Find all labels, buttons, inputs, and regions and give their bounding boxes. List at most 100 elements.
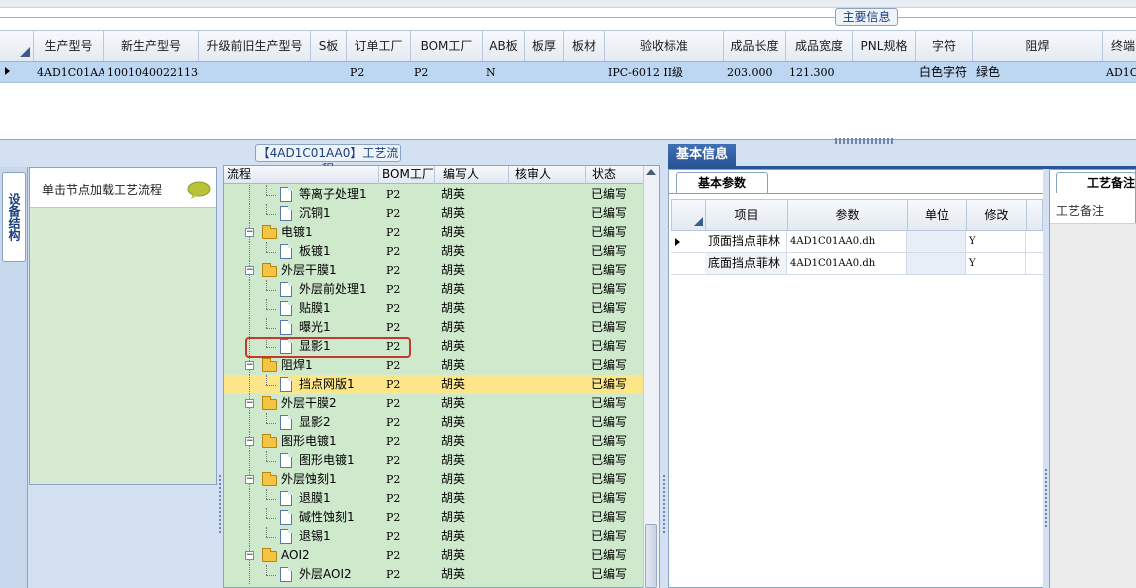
tree-item-row[interactable]: 板镀1 P2 胡英 已编写 [224, 242, 643, 261]
tree-item-row[interactable]: 贴膜1 P2 胡英 已编写 [224, 299, 643, 318]
status-cell: 已编写 [591, 434, 628, 448]
col-header-param[interactable]: 参数 [788, 200, 908, 230]
tree-item-row[interactable]: 曝光1 P2 胡英 已编写 [224, 318, 643, 337]
param-unit-cell[interactable] [907, 231, 966, 252]
cell-solder-mask[interactable]: 绿色 [973, 62, 1103, 83]
cell-material[interactable] [564, 62, 605, 83]
col-header-reviewer[interactable]: 核审人 [509, 166, 586, 184]
scroll-up-arrow-icon[interactable] [646, 169, 656, 175]
collapse-toggle-icon[interactable]: − [245, 475, 254, 484]
cell-model[interactable]: 4AD1C01AA0 [34, 62, 104, 83]
param-modify-cell[interactable]: Y [966, 253, 1026, 274]
table-row[interactable]: 4AD1C01AA0 10010400221138 P2 P2 N IPC-60… [0, 62, 1136, 83]
col-header-thickness[interactable]: 板厚 [525, 31, 564, 61]
col-header-item[interactable]: 项目 [706, 200, 788, 230]
tree-folder-row[interactable]: − 电镀1 P2 胡英 已编写 [224, 223, 643, 242]
col-header-old-model[interactable]: 升级前旧生产型号 [199, 31, 311, 61]
col-header-status[interactable]: 状态 [586, 166, 644, 184]
param-grid-corner[interactable] [672, 200, 706, 230]
param-row[interactable]: 顶面挡点菲林 4AD1C01AA0.dh Y [671, 231, 1043, 253]
middle-splitter[interactable] [660, 145, 668, 588]
param-item-cell[interactable]: 顶面挡点菲林 [705, 231, 787, 252]
tree-folder-row[interactable]: − 外层干膜1 P2 胡英 已编写 [224, 261, 643, 280]
col-header-terminal[interactable]: 终端 [1103, 31, 1136, 61]
col-header-ab-board[interactable]: AB板 [483, 31, 525, 61]
tree-item-row[interactable]: 等离子处理1 P2 胡英 已编写 [224, 185, 643, 204]
param-modify-cell[interactable]: Y [966, 231, 1026, 252]
col-header-solder-mask[interactable]: 阻焊 [973, 31, 1103, 61]
tree-folder-row[interactable]: − AOI2 P2 胡英 已编写 [224, 546, 643, 565]
col-header-width[interactable]: 成品宽度 [786, 31, 853, 61]
tree-item-row[interactable]: 沉铜1 P2 胡英 已编写 [224, 204, 643, 223]
col-header-order-factory[interactable]: 订单工厂 [347, 31, 411, 61]
tree-folder-row[interactable]: − 外层干膜2 P2 胡英 已编写 [224, 394, 643, 413]
tree-item-row[interactable]: 退锡1 P2 胡英 已编写 [224, 527, 643, 546]
tab-process-notes[interactable]: 工艺备注 [1056, 172, 1136, 193]
cell-new-model[interactable]: 10010400221138 [104, 62, 199, 83]
tree-folder-row[interactable]: − 图形电镀1 P2 胡英 已编写 [224, 432, 643, 451]
tree-item-row[interactable]: 图形电镀1 P2 胡英 已编写 [224, 451, 643, 470]
cell-bom-factory[interactable]: P2 [411, 62, 483, 83]
col-header-bom-factory[interactable]: BOM工厂 [411, 31, 483, 61]
status-cell: 已编写 [591, 396, 628, 410]
param-row[interactable]: 底面挡点菲林 4AD1C01AA0.dh Y [671, 253, 1043, 275]
col-header-acceptance[interactable]: 验收标准 [605, 31, 724, 61]
tree-node-label: 等离子处理1 [299, 187, 367, 201]
collapse-toggle-icon[interactable]: − [245, 399, 254, 408]
cell-ab-board[interactable]: N [483, 62, 525, 83]
load-flow-hint: 单击节点加载工艺流程 [42, 183, 163, 197]
tree-folder-row[interactable]: − 外层蚀刻1 P2 胡英 已编写 [224, 470, 643, 489]
tree-node-label: AOI2 [281, 548, 310, 562]
process-notes-field[interactable] [1050, 224, 1136, 588]
tree-folder-row[interactable]: − 阻焊1 P2 胡英 已编写 [224, 356, 643, 375]
cell-acceptance[interactable]: IPC-6012 II级 [605, 62, 724, 83]
collapse-toggle-icon[interactable]: − [245, 266, 254, 275]
cell-char[interactable]: 白色字符 [916, 62, 973, 83]
row-selector-icon [5, 67, 10, 75]
collapse-toggle-icon[interactable]: − [245, 228, 254, 237]
tree-item-row[interactable]: 碱性蚀刻1 P2 胡英 已编写 [224, 508, 643, 527]
scrollbar-thumb[interactable] [645, 524, 657, 588]
col-header-material[interactable]: 板材 [564, 31, 605, 61]
col-header-model[interactable]: 生产型号 [34, 31, 104, 61]
col-header-bom[interactable]: BOM工厂 [379, 166, 435, 184]
cell-length[interactable]: 203.000 [724, 62, 786, 83]
col-header-flow[interactable]: 流程 [224, 166, 379, 184]
param-value-cell[interactable]: 4AD1C01AA0.dh [787, 253, 907, 274]
col-header-length[interactable]: 成品长度 [724, 31, 786, 61]
side-tab-device-structure[interactable]: 设备结构 [2, 172, 26, 262]
param-value-cell[interactable]: 4AD1C01AA0.dh [787, 231, 907, 252]
horizontal-splitter-grip[interactable] [835, 138, 895, 144]
col-header-unit[interactable]: 单位 [908, 200, 967, 230]
bom-cell: P2 [386, 397, 401, 410]
tree-item-row[interactable]: 外层AOI2 P2 胡英 已编写 [224, 565, 643, 584]
folder-icon [262, 358, 277, 372]
cell-terminal[interactable]: AD1C [1103, 62, 1136, 83]
cell-pnl[interactable] [853, 62, 916, 83]
param-item-cell[interactable]: 底面挡点菲林 [705, 253, 787, 274]
col-header-s-board[interactable]: S板 [311, 31, 347, 61]
tab-basic-params[interactable]: 基本参数 [676, 172, 768, 193]
tree-item-row[interactable]: 外层前处理1 P2 胡英 已编写 [224, 280, 643, 299]
file-icon [280, 244, 292, 259]
cell-thickness[interactable] [525, 62, 564, 83]
cell-width[interactable]: 121.300 [786, 62, 853, 83]
tree-item-row[interactable]: 退膜1 P2 胡英 已编写 [224, 489, 643, 508]
tree-node-label: 电镀1 [281, 225, 313, 239]
col-header-char[interactable]: 字符 [916, 31, 973, 61]
col-header-modify[interactable]: 修改 [967, 200, 1027, 230]
collapse-toggle-icon[interactable]: − [245, 361, 254, 370]
collapse-toggle-icon[interactable]: − [245, 551, 254, 560]
col-header-pnl[interactable]: PNL规格 [853, 31, 916, 61]
tree-item-row[interactable]: 挡点网版1 P2 胡英 已编写 [224, 375, 643, 394]
cell-old-model[interactable] [199, 62, 311, 83]
param-unit-cell[interactable] [907, 253, 966, 274]
grid-corner[interactable] [0, 31, 34, 61]
cell-s-board[interactable] [311, 62, 347, 83]
col-header-new-model[interactable]: 新生产型号 [104, 31, 199, 61]
cell-order-factory[interactable]: P2 [347, 62, 411, 83]
col-header-author[interactable]: 编写人 [435, 166, 509, 184]
tree-item-row[interactable]: 显影2 P2 胡英 已编写 [224, 413, 643, 432]
tab-basic-info[interactable]: 基本信息 [668, 144, 736, 166]
collapse-toggle-icon[interactable]: − [245, 437, 254, 446]
